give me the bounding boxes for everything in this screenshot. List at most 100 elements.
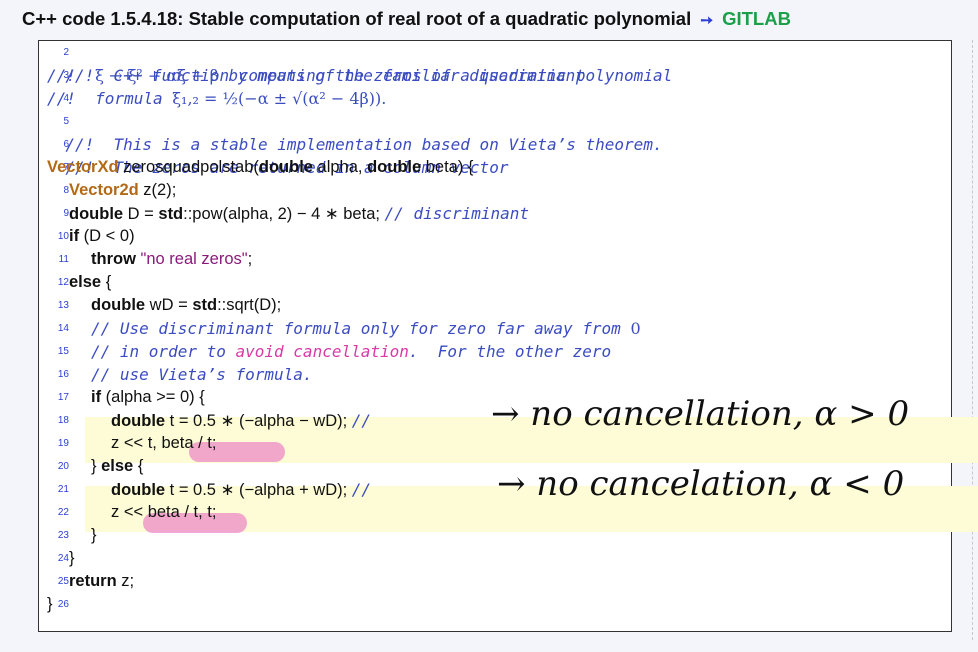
title-text: C++ code 1.5.4.18: Stable computation of… [22, 8, 692, 29]
keyword: double [91, 296, 146, 314]
math-formula: ξ₁,₂ = ½(−α ± √(α² − 4β)). [172, 89, 387, 108]
page-edge-divider [972, 40, 978, 640]
code-comment: // in order to [91, 342, 236, 361]
code-comment: // [351, 480, 372, 499]
code-text: } [69, 549, 75, 567]
keyword: else [101, 457, 134, 475]
handwritten-annotation-1: → no cancellation, α > 0 [491, 394, 910, 434]
code-text: (D < 0) [79, 227, 135, 245]
namespace: std [158, 205, 184, 223]
code-line-22: z << beta / t, t; [111, 501, 216, 524]
line-number: 24 [57, 553, 69, 564]
code-line-25: return z; [69, 570, 134, 593]
line-number: 26 [57, 599, 69, 610]
code-text: ::sqrt(D); [217, 296, 282, 314]
code-line-26: } [47, 593, 53, 616]
line-number: 13 [57, 300, 69, 311]
line-number: 12 [57, 277, 69, 288]
code-line-10: if (D < 0) [69, 225, 135, 248]
code-comment: // Use discriminant formula only for zer… [91, 319, 631, 338]
code-text: } [91, 526, 97, 544]
line-number: 18 [57, 415, 69, 426]
code-text: ; [247, 250, 253, 268]
code-text: ::pow(alpha, 2) − 4 ∗ beta; [183, 205, 385, 223]
line-number: 11 [58, 254, 69, 265]
code-comment: // use Vieta’s formula. [91, 365, 313, 384]
namespace: std [192, 296, 218, 314]
keyword: double [111, 481, 166, 499]
line-number: 22 [57, 507, 69, 518]
keyword: if [69, 227, 80, 245]
keyword: else [69, 273, 102, 291]
type-name: VectorXd [47, 158, 119, 176]
code-text: { [133, 457, 144, 475]
code-line-5: //! This is a stable implementation base… [47, 110, 662, 154]
code-line-24: } [69, 547, 75, 570]
line-number: 21 [57, 484, 69, 495]
keyword: return [69, 572, 117, 590]
code-line-21: double t = 0.5 ∗ (−alpha + wD); // [111, 478, 371, 501]
handwritten-annotation-2: → no cancelation, α < 0 [497, 464, 905, 504]
code-line-9: double D = std::pow(alpha, 2) − 4 ∗ beta… [69, 202, 529, 225]
code-line-16: // use Vieta’s formula. [91, 363, 313, 386]
code-text: zerosquadpolstab( [118, 158, 259, 176]
math-formula: ξ → ξ² + αξ + β [95, 66, 219, 85]
line-number: 9 [63, 208, 69, 219]
code-text: alpha, [312, 158, 368, 176]
line-number: 23 [57, 530, 69, 541]
code-text: z; [116, 572, 135, 590]
code-line-3: //! ξ → ξ² + αξ + β by means of the fami… [47, 64, 585, 87]
line-number: 20 [57, 461, 69, 472]
code-text: { [101, 273, 112, 291]
code-line-14: // Use discriminant formula only for zer… [91, 317, 641, 340]
keyword: if [91, 388, 102, 406]
math-formula: 0 [630, 319, 641, 338]
code-line-11: throw "no real zeros"; [91, 248, 252, 271]
line-number: 14 [57, 323, 69, 334]
code-text: D = [123, 205, 159, 223]
line-number: 19 [57, 438, 69, 449]
keyword: double [367, 158, 422, 176]
code-line-7: VectorXd zerosquadpolstab(double alpha, … [47, 156, 473, 179]
keyword: throw [91, 250, 136, 268]
code-line-6: //! The zeros are returned in a column v… [47, 133, 508, 177]
keyword: double [69, 205, 124, 223]
code-line-23: } [91, 524, 97, 547]
gitlab-link[interactable]: GITLAB [722, 8, 791, 29]
code-text: z << t, beta / t; [111, 434, 217, 452]
code-line-8: Vector2d z(2); [69, 179, 176, 202]
code-line-13: double wD = std::sqrt(D); [91, 294, 281, 317]
line-number: 10 [57, 231, 69, 242]
code-text: z << beta / t, t; [111, 503, 217, 521]
code-text: z(2); [138, 181, 177, 199]
code-line-12: else { [69, 271, 111, 294]
code-listing-title: C++ code 1.5.4.18: Stable computation of… [22, 6, 791, 32]
code-line-15: // in order to avoid cancellation. For t… [91, 340, 611, 363]
code-line-4: //! formula ξ₁,₂ = ½(−α ± √(α² − 4β)). [47, 87, 386, 110]
line-number: 17 [57, 392, 69, 403]
code-line-18: double t = 0.5 ∗ (−alpha − wD); // [111, 409, 371, 432]
keyword: double [258, 158, 313, 176]
string-literal: "no real zeros" [135, 250, 248, 268]
keyword: double [111, 412, 166, 430]
code-text: } [47, 595, 53, 613]
code-line-20: } else { [91, 455, 143, 478]
code-comment: // [351, 411, 372, 430]
code-line-17: if (alpha >= 0) { [91, 386, 205, 409]
doc-comment: by means of the familiar discriminant [218, 66, 585, 85]
doc-comment: //! [47, 66, 96, 85]
code-line-2: //! C++ function computing the zeros of … [47, 41, 672, 85]
code-comment: . For the other zero [408, 342, 612, 361]
code-text: t = 0.5 ∗ (−alpha − wD); [165, 412, 352, 430]
type-name: Vector2d [69, 181, 139, 199]
code-comment: // discriminant [384, 204, 530, 223]
emphasized-comment: avoid cancellation [235, 342, 409, 361]
code-line-19: z << t, beta / t; [111, 432, 216, 455]
code-text: } [91, 457, 102, 475]
line-number: 25 [57, 576, 69, 587]
line-number: 16 [57, 369, 69, 380]
code-text: (alpha >= 0) { [101, 388, 205, 406]
doc-comment: //! formula [47, 89, 173, 108]
code-text: t = 0.5 ∗ (−alpha + wD); [165, 481, 352, 499]
code-listing: 2 3 4 5 6 7 8 9 10 11 12 13 14 15 16 17 … [38, 40, 978, 632]
